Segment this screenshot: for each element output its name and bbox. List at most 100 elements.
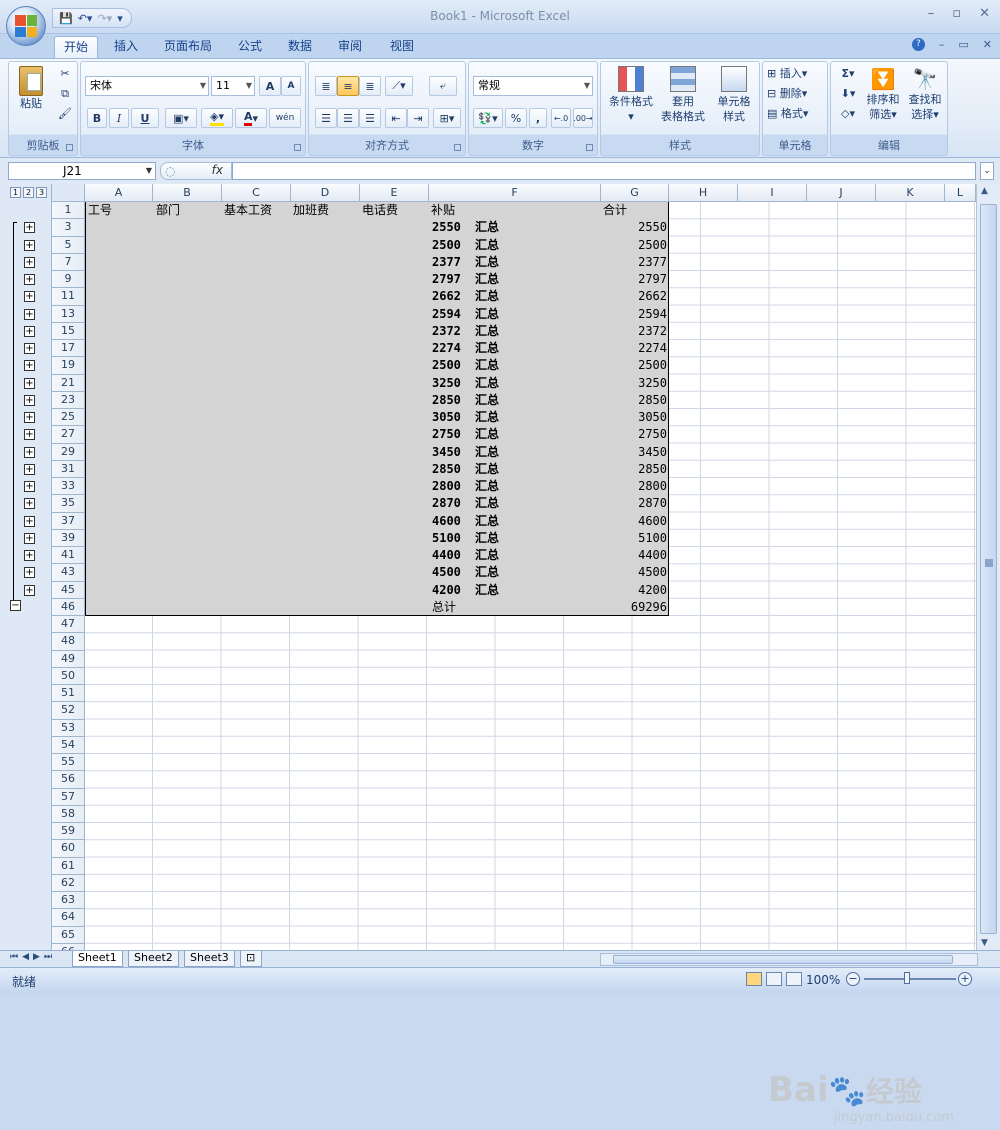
row-header[interactable]: 43 bbox=[52, 564, 85, 582]
cell-styles-button[interactable]: 单元格 样式 bbox=[709, 66, 759, 124]
office-button[interactable] bbox=[6, 6, 46, 46]
shrink-font-button[interactable]: A bbox=[281, 76, 301, 96]
row-header[interactable]: 46 bbox=[52, 598, 85, 616]
row-header[interactable]: 19 bbox=[52, 357, 85, 375]
zoom-in-icon[interactable]: + bbox=[958, 972, 972, 986]
tab-page-layout[interactable]: 页面布局 bbox=[156, 36, 220, 58]
tab-formulas[interactable]: 公式 bbox=[230, 36, 270, 58]
row-header[interactable]: 61 bbox=[52, 857, 85, 875]
align-left-button[interactable]: ☰ bbox=[315, 108, 337, 128]
customize-qat-icon[interactable]: ▾ bbox=[117, 12, 123, 25]
conditional-format-button[interactable]: 条件格式 ▾ bbox=[605, 66, 657, 124]
row-header[interactable]: 3 bbox=[52, 219, 85, 237]
column-header-a[interactable]: A bbox=[85, 184, 153, 202]
cut-icon[interactable]: ✂ bbox=[57, 66, 73, 81]
row-header[interactable]: 56 bbox=[52, 771, 85, 789]
row-header[interactable]: 21 bbox=[52, 374, 85, 392]
row-header[interactable]: 63 bbox=[52, 892, 85, 910]
delete-cells-button[interactable]: ⊟ 删除▾ bbox=[767, 86, 825, 101]
tab-review[interactable]: 审阅 bbox=[330, 36, 370, 58]
column-header-e[interactable]: E bbox=[360, 184, 429, 202]
row-header[interactable]: 50 bbox=[52, 667, 85, 685]
outline-level-2-button[interactable]: 2 bbox=[23, 187, 34, 198]
orientation-button[interactable]: ⟋▾ bbox=[385, 76, 413, 96]
wrap-text-button[interactable]: ⤶ bbox=[429, 76, 457, 96]
expand-formula-icon[interactable]: ⌄ bbox=[980, 162, 994, 180]
zoom-level[interactable]: 100% bbox=[806, 973, 840, 987]
fill-button[interactable]: ⬇▾ bbox=[835, 86, 861, 101]
number-format-combo[interactable]: 常规 ▼ bbox=[473, 76, 593, 96]
ribbon-minimize-icon[interactable]: – bbox=[939, 38, 945, 51]
align-bottom-button[interactable]: ≣ bbox=[359, 76, 381, 96]
align-center-button[interactable]: ☰ bbox=[337, 108, 359, 128]
row-header[interactable]: 64 bbox=[52, 909, 85, 927]
decrease-decimal-button[interactable]: .00→ bbox=[573, 108, 593, 128]
expand-group-button[interactable]: + bbox=[24, 446, 35, 458]
row-header[interactable]: 9 bbox=[52, 271, 85, 289]
expand-group-button[interactable]: + bbox=[24, 377, 35, 389]
zoom-slider[interactable] bbox=[864, 978, 956, 980]
row-header[interactable]: 7 bbox=[52, 253, 85, 271]
formula-input[interactable] bbox=[232, 162, 976, 180]
minimize-icon[interactable]: – bbox=[928, 6, 935, 21]
border-button[interactable]: ▣▾ bbox=[165, 108, 197, 128]
align-top-button[interactable]: ≣ bbox=[315, 76, 337, 96]
insert-function-button[interactable]: ◌ fx bbox=[160, 162, 232, 180]
currency-button[interactable]: 💱▾ bbox=[473, 108, 503, 128]
ribbon-close-icon[interactable]: ✕ bbox=[983, 38, 992, 51]
expand-group-button[interactable]: + bbox=[24, 463, 35, 475]
help-icon[interactable]: ? bbox=[911, 38, 925, 51]
phonetic-button[interactable]: wén bbox=[269, 108, 301, 128]
dialog-launcher-icon[interactable] bbox=[294, 144, 301, 151]
row-header[interactable]: 25 bbox=[52, 409, 85, 427]
tab-insert[interactable]: 插入 bbox=[106, 36, 146, 58]
column-header-i[interactable]: I bbox=[738, 184, 807, 202]
row-header[interactable]: 39 bbox=[52, 529, 85, 547]
name-box[interactable]: J21 ▼ bbox=[8, 162, 156, 180]
expand-group-button[interactable]: + bbox=[24, 567, 35, 579]
row-header[interactable]: 29 bbox=[52, 443, 85, 461]
save-icon[interactable]: 💾 bbox=[59, 12, 73, 25]
outline-level-1-button[interactable]: 1 bbox=[10, 187, 21, 198]
expand-group-button[interactable]: + bbox=[24, 550, 35, 561]
increase-indent-button[interactable]: ⇥ bbox=[407, 108, 429, 128]
row-header[interactable]: 59 bbox=[52, 823, 85, 841]
row-header[interactable]: 15 bbox=[52, 322, 85, 340]
expand-group-button[interactable]: + bbox=[24, 584, 35, 596]
column-header-b[interactable]: B bbox=[153, 184, 222, 202]
insert-cells-button[interactable]: ⊞ 插入▾ bbox=[767, 66, 825, 81]
expand-group-button[interactable]: + bbox=[24, 360, 35, 372]
row-header[interactable]: 33 bbox=[52, 478, 85, 496]
sort-filter-button[interactable]: ⏬ 排序和 筛选▾ bbox=[863, 66, 903, 122]
row-header[interactable]: 47 bbox=[52, 616, 85, 634]
row-header[interactable]: 55 bbox=[52, 754, 85, 772]
sheet-tab-1[interactable]: Sheet1 bbox=[72, 951, 123, 967]
font-name-combo[interactable]: 宋体 ▼ bbox=[85, 76, 209, 96]
column-header-l[interactable]: L bbox=[945, 184, 976, 202]
zoom-out-icon[interactable]: − bbox=[846, 972, 860, 986]
row-header[interactable]: 13 bbox=[52, 305, 85, 323]
align-middle-button[interactable]: ≡ bbox=[337, 76, 359, 96]
dialog-launcher-icon[interactable] bbox=[586, 144, 593, 151]
font-size-combo[interactable]: 11 ▼ bbox=[211, 76, 255, 96]
undo-icon[interactable]: ↶▾ bbox=[78, 12, 93, 25]
row-header[interactable]: 1 bbox=[52, 202, 85, 220]
percent-button[interactable]: % bbox=[505, 108, 527, 128]
row-header[interactable]: 54 bbox=[52, 736, 85, 754]
collapse-group-button[interactable]: − bbox=[10, 600, 21, 611]
column-header-f[interactable]: F bbox=[429, 184, 601, 202]
align-right-button[interactable]: ☰ bbox=[359, 108, 381, 128]
expand-group-button[interactable]: + bbox=[24, 515, 35, 527]
grow-font-button[interactable]: A bbox=[259, 76, 281, 96]
row-header[interactable]: 23 bbox=[52, 391, 85, 409]
zoom-slider-thumb[interactable] bbox=[904, 972, 910, 984]
expand-group-button[interactable]: + bbox=[24, 343, 35, 354]
format-painter-icon[interactable]: 🖌 bbox=[57, 106, 73, 121]
row-header[interactable]: 51 bbox=[52, 685, 85, 703]
format-as-table-button[interactable]: 套用 表格格式 bbox=[657, 66, 709, 124]
increase-decimal-button[interactable]: ←.0 bbox=[551, 108, 571, 128]
page-break-view-icon[interactable] bbox=[786, 972, 802, 986]
font-color-button[interactable]: A ▾ bbox=[235, 108, 267, 128]
maximize-icon[interactable]: ▫ bbox=[952, 6, 961, 21]
row-header[interactable]: 41 bbox=[52, 547, 85, 565]
